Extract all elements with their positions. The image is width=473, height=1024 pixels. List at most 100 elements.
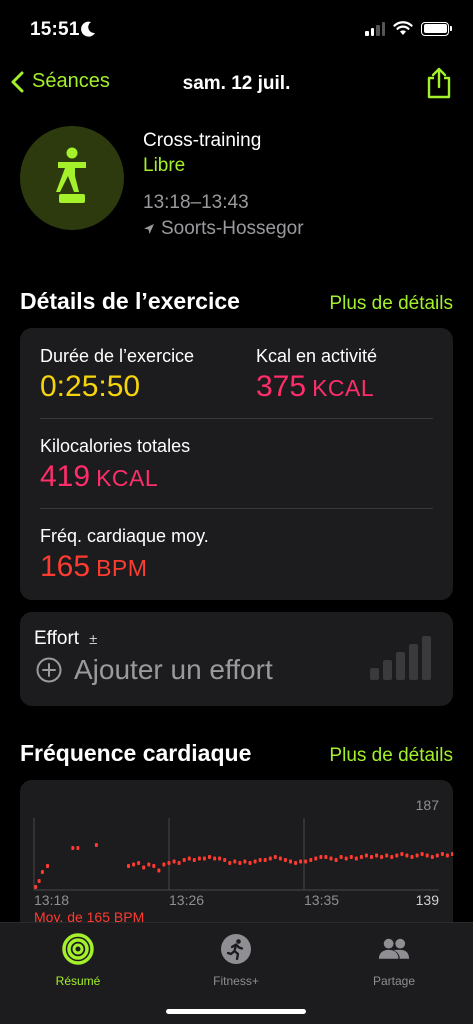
heart-rate-point	[319, 855, 323, 859]
heart-rate-point	[309, 858, 313, 862]
heart-rate-point	[334, 858, 338, 862]
heart-rate-point	[258, 858, 262, 862]
heart-rate-point	[339, 855, 343, 859]
active-kcal-unit: KCAL	[312, 375, 375, 401]
heart-rate-point	[233, 859, 237, 864]
heart-rate-point	[243, 859, 247, 864]
heart-rate-point	[324, 855, 328, 859]
y-max-label: 187	[416, 797, 440, 813]
heart-rate-point	[344, 856, 348, 861]
duration-value: 0:25:50	[40, 370, 141, 403]
heart-rate-point	[405, 853, 409, 858]
tab-sharing-label: Partage	[372, 974, 416, 988]
heart-rate-point	[202, 856, 206, 861]
heart-rate-label: Fréq. cardiaque moy.	[40, 526, 209, 546]
details-more-link[interactable]: Plus de détails	[329, 293, 453, 315]
heart-rate-section-header: Fréquence cardiaque Plus de détails	[20, 740, 453, 767]
heart-rate-point	[354, 856, 358, 861]
heart-rate-point	[263, 858, 267, 862]
people-icon	[378, 938, 410, 959]
tab-sharing[interactable]: Partage	[334, 933, 454, 988]
heart-rate-point	[400, 852, 404, 856]
heart-rate-point	[142, 865, 146, 870]
heart-rate-point	[228, 861, 232, 865]
details-section-header: Détails de l’exercice Plus de détails	[20, 288, 453, 315]
x-tick-label: 13:26	[169, 892, 204, 908]
x-tick-label: 13:18	[34, 892, 69, 908]
battery-icon	[421, 21, 452, 36]
effort-label: Effort	[34, 628, 80, 649]
heart-rate-point	[187, 856, 191, 861]
workout-header: Cross-training Libre 13:18–13:43 Soorts-…	[20, 126, 453, 246]
heart-rate-point	[420, 852, 424, 856]
duration-label: Durée de l’exercice	[40, 346, 195, 366]
workout-location: Soorts-Hossegor	[143, 218, 304, 240]
heart-rate-point	[314, 856, 318, 861]
heart-rate-point	[208, 855, 211, 859]
heart-rate-title: Fréquence cardiaque	[20, 740, 252, 766]
effort-card[interactable]: Effort ± Ajouter un effort	[20, 612, 453, 706]
heart-rate-point	[415, 853, 419, 858]
heart-rate-point	[430, 855, 434, 859]
heart-rate-point	[294, 861, 298, 865]
heart-rate-point	[425, 853, 429, 858]
heart-rate-point	[349, 855, 353, 859]
add-effort-button[interactable]: Ajouter un effort	[36, 654, 273, 686]
tab-summary[interactable]: Résumé	[18, 933, 138, 988]
heart-rate-point	[238, 861, 242, 865]
tab-fitness-plus-label: Fitness+	[213, 974, 259, 988]
heart-rate-point	[37, 879, 41, 883]
workout-time-range: 13:18–13:43	[143, 192, 249, 213]
heart-rate-number: 165	[40, 550, 91, 583]
heart-rate-point	[34, 885, 38, 889]
tab-fitness-plus[interactable]: Fitness+	[176, 933, 296, 988]
status-bar: 15:51	[0, 0, 473, 60]
heart-rate-point	[218, 856, 222, 861]
heart-rate-point	[137, 861, 141, 865]
add-effort-label: Ajouter un effort	[74, 654, 273, 685]
heart-rate-point	[364, 853, 368, 858]
workout-type: Libre	[143, 155, 186, 176]
heart-rate-point	[147, 862, 151, 867]
details-title: Détails de l’exercice	[20, 288, 240, 314]
y-min-label: 139	[416, 892, 440, 908]
heart-rate-point	[46, 864, 49, 868]
active-kcal-number: 375	[256, 370, 307, 403]
heart-rate-point	[152, 864, 156, 868]
heart-rate-point	[435, 853, 439, 858]
plus-circle-icon	[36, 657, 62, 683]
heart-rate-point	[132, 862, 136, 867]
total-kcal-unit: KCAL	[96, 465, 159, 491]
total-kcal-value: 419 KCAL	[40, 460, 158, 494]
share-icon[interactable]	[425, 66, 453, 100]
heart-rate-point	[278, 856, 282, 861]
heart-rate-point	[162, 862, 166, 867]
heart-rate-point	[410, 855, 414, 859]
heart-rate-point	[248, 861, 252, 865]
tab-summary-label: Résumé	[55, 974, 101, 988]
location-arrow-icon	[144, 224, 154, 234]
heart-rate-point	[40, 870, 44, 874]
heart-rate-point	[197, 856, 201, 861]
heart-rate-more-link[interactable]: Plus de détails	[329, 745, 453, 767]
status-icons	[365, 21, 452, 36]
heart-rate-value: 165 BPM	[40, 550, 147, 584]
active-kcal-value: 375 KCAL	[256, 370, 374, 404]
heart-rate-point	[76, 846, 80, 850]
heart-rate-point	[440, 852, 444, 856]
divider	[40, 508, 433, 509]
heart-rate-point	[299, 859, 303, 864]
heart-rate-point	[375, 853, 379, 858]
heart-rate-point	[304, 859, 308, 864]
heart-rate-point	[289, 859, 292, 864]
home-indicator	[166, 1009, 306, 1014]
heart-rate-point	[177, 861, 181, 865]
heart-rate-point	[182, 858, 186, 862]
heart-rate-point	[71, 846, 75, 850]
heart-rate-point	[395, 853, 399, 858]
effort-bars-icon	[370, 636, 431, 680]
status-time: 15:51	[30, 19, 80, 40]
heart-rate-point	[380, 855, 384, 859]
heart-rate-unit: BPM	[96, 555, 148, 581]
wifi-icon	[393, 21, 413, 35]
